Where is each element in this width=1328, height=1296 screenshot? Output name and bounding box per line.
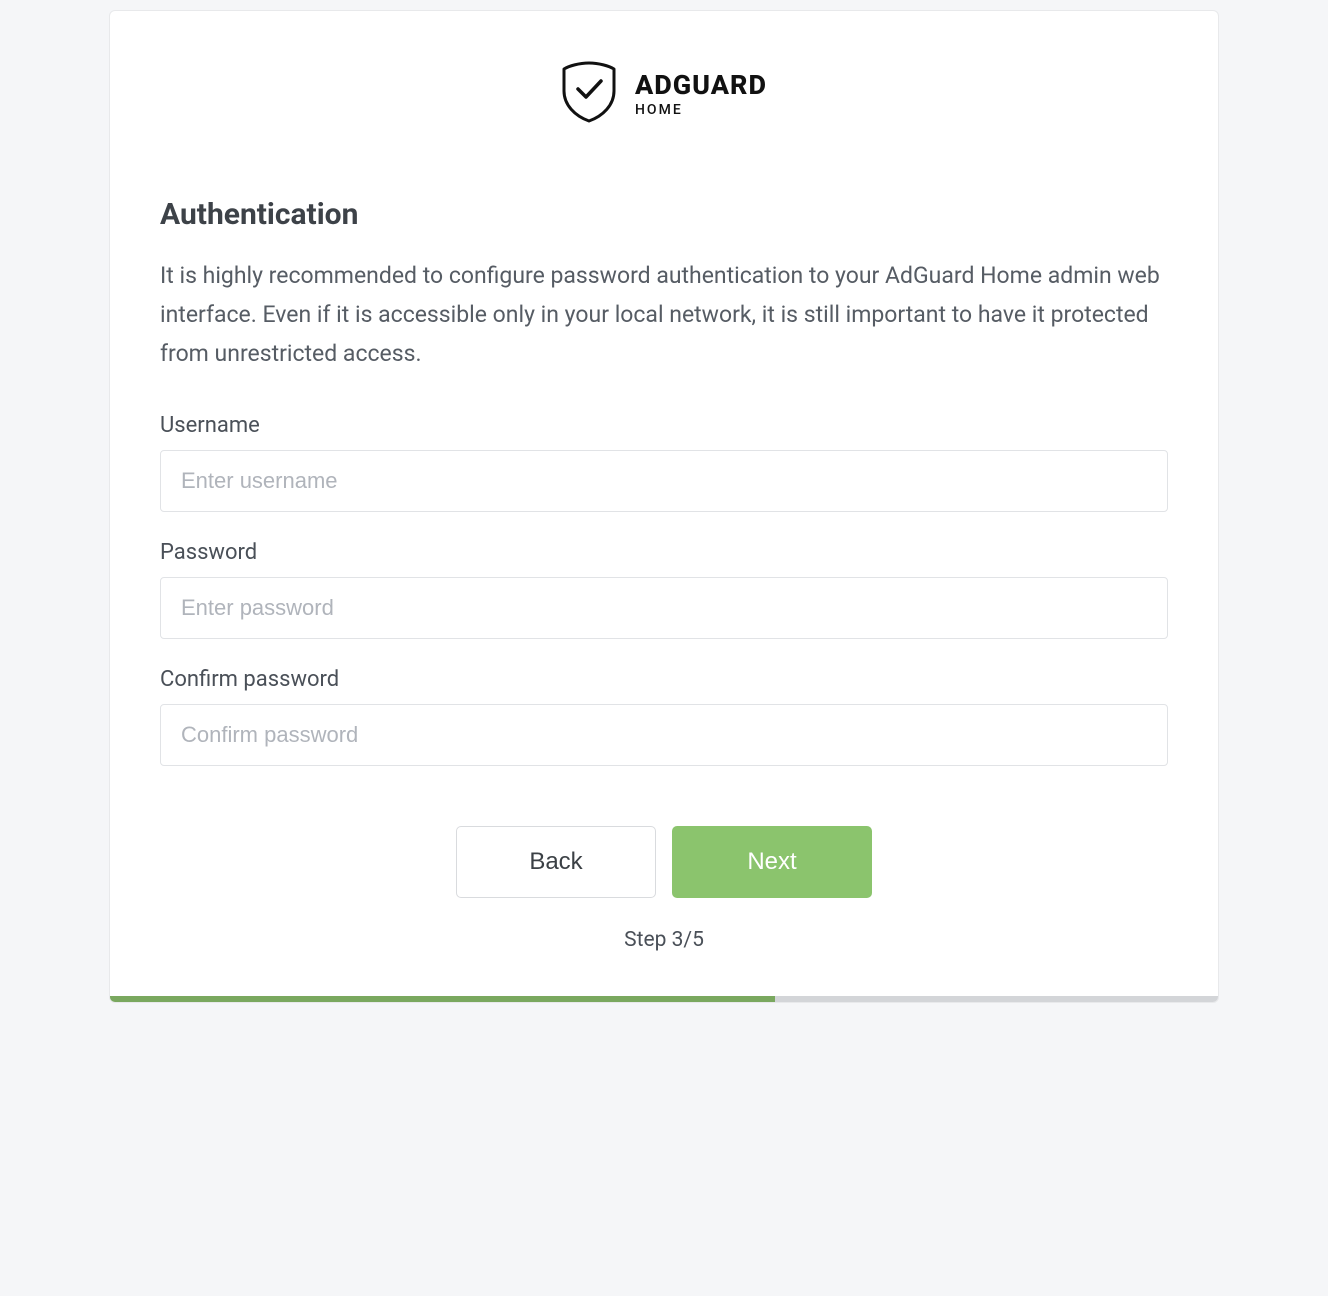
shield-check-icon <box>561 61 617 127</box>
username-group: Username <box>160 413 1168 512</box>
logo-text: ADGUARD HOME <box>635 72 767 117</box>
confirm-password-group: Confirm password <box>160 667 1168 766</box>
logo-subtitle: HOME <box>635 103 767 117</box>
progress-bar <box>110 996 1218 1002</box>
button-row: Back Next <box>160 826 1168 898</box>
logo: ADGUARD HOME <box>160 61 1168 127</box>
page-description: It is highly recommended to configure pa… <box>160 256 1168 373</box>
password-group: Password <box>160 540 1168 639</box>
logo-title: ADGUARD <box>635 72 767 99</box>
username-input[interactable] <box>160 450 1168 512</box>
step-indicator: Step 3/5 <box>160 928 1168 952</box>
card-body: ADGUARD HOME Authentication It is highly… <box>110 11 1218 996</box>
back-button[interactable]: Back <box>456 826 656 898</box>
username-label: Username <box>160 413 1168 438</box>
page-title: Authentication <box>160 197 1168 232</box>
confirm-password-input[interactable] <box>160 704 1168 766</box>
password-input[interactable] <box>160 577 1168 639</box>
confirm-password-label: Confirm password <box>160 667 1168 692</box>
password-label: Password <box>160 540 1168 565</box>
progress-fill <box>110 996 775 1002</box>
next-button[interactable]: Next <box>672 826 872 898</box>
setup-card: ADGUARD HOME Authentication It is highly… <box>109 10 1219 1003</box>
